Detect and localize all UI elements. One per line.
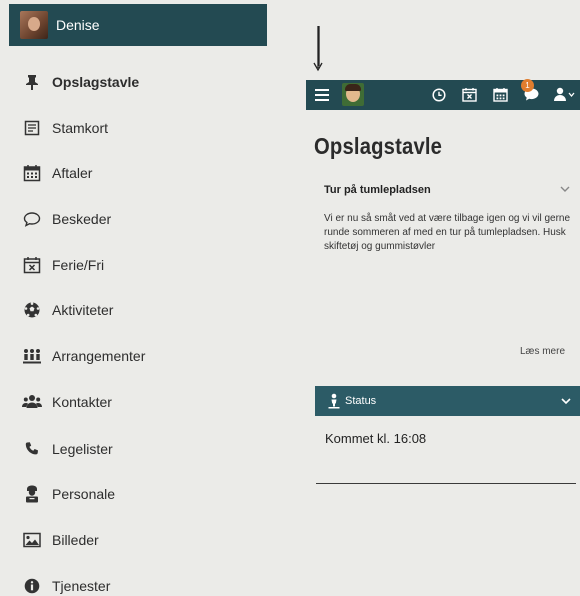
menu-item-kontakter[interactable]: Kontakter [22,387,112,417]
post-body: Vi er nu så småt ved at være tilbage ige… [324,213,571,252]
menu-item-aftaler[interactable]: Aftaler [22,158,92,188]
card-icon [22,118,42,138]
user-menu-icon[interactable] [552,85,576,103]
calendar-icon [22,163,42,183]
menu-item-personale[interactable]: Personale [22,479,115,509]
child-avatar[interactable] [342,83,364,106]
menu-item-tjenester[interactable]: Tjenester [22,571,110,596]
menu-item-label: Ferie/Fri [52,257,105,273]
menu-item-opslagstavle[interactable]: Opslagstavle [22,67,139,97]
clock-icon[interactable] [430,86,448,104]
menu-item-label: Beskeder [52,211,112,227]
phone-icon [22,439,42,459]
user-name: Denise [56,17,100,33]
status-panel-header[interactable]: Status [315,386,580,416]
menu-item-label: Arrangementer [52,348,146,364]
contacts-icon [22,392,42,412]
notification-badge: 1 [521,79,534,92]
staff-icon [22,484,42,504]
menu-item-label: Legelister [52,441,113,457]
calendar-icon[interactable] [491,85,509,103]
post-title[interactable]: Tur på tumlepladsen [324,184,431,196]
menu-item-stamkort[interactable]: Stamkort [22,113,108,143]
menu-item-label: Personale [52,486,116,502]
calendar-x-icon [22,255,42,275]
menu-item-label: Kontakter [52,394,112,410]
status-label: Status [345,395,377,407]
hamburger-menu-icon[interactable] [314,86,330,104]
page-title: Opslagstavle [314,133,443,159]
menu-item-label: Stamkort [52,120,109,136]
menu-item-label: Opslagstavle [52,74,140,90]
menu-item-aktiviteter[interactable]: Aktiviteter [22,295,113,325]
menu-item-label: Billeder [52,532,99,548]
menu-item-legelister[interactable]: Legelister [22,434,113,464]
chevron-down-icon[interactable] [559,394,573,408]
menu-item-arrangementer[interactable]: Arrangementer [22,341,145,371]
divider [316,483,576,484]
arrow-indicator-icon [313,26,323,72]
image-icon [22,530,42,550]
chevron-down-icon[interactable] [558,182,572,196]
menu-item-beskeder[interactable]: Beskeder [22,204,111,234]
calendar-icon[interactable] [460,85,478,103]
info-icon [22,576,42,596]
menu-item-ferie-fri[interactable]: Ferie/Fri [22,250,104,280]
menu-item-label: Aktiviteter [52,302,114,318]
people-group-icon [22,346,42,366]
chat-bubble-icon [22,209,42,229]
user-avatar [20,11,48,39]
menu-item-label: Tjenester [52,578,111,594]
menu-item-billeder[interactable]: Billeder [22,525,99,555]
status-text: Kommet kl. 16:08 [325,431,427,446]
user-header[interactable]: Denise [9,4,267,46]
soccer-ball-icon [22,300,42,320]
child-status-icon [327,393,341,409]
app-top-bar: 1 [306,79,580,110]
menu-item-label: Aftaler [52,165,93,181]
read-more-link[interactable]: Læs mere [520,346,565,357]
pin-icon [22,72,42,92]
